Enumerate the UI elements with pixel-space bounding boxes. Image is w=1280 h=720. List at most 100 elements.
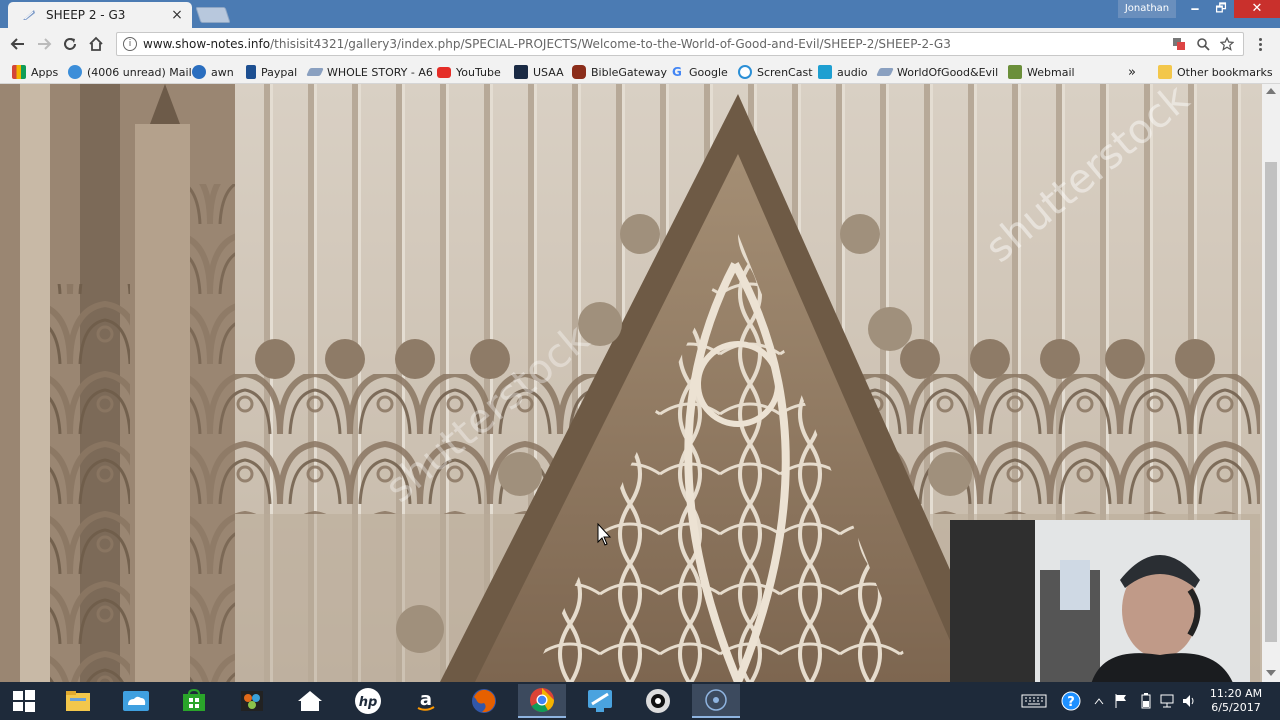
bookmark-google[interactable]: G Google xyxy=(672,63,728,81)
star-icon[interactable] xyxy=(1219,36,1235,52)
folder-icon xyxy=(1158,65,1172,79)
paypal-icon xyxy=(246,65,256,79)
new-tab-button[interactable] xyxy=(195,7,231,23)
bookmark-apps[interactable]: Apps xyxy=(12,63,58,81)
bookmark-awn[interactable]: awn xyxy=(192,63,234,81)
scroll-up-icon[interactable] xyxy=(1266,88,1276,94)
url-host: www.show-notes.info xyxy=(143,37,271,51)
bookmark-webmail[interactable]: Webmail xyxy=(1008,63,1075,81)
reload-button[interactable] xyxy=(58,32,82,56)
windows-logo-icon xyxy=(13,690,35,712)
minimize-button[interactable]: 🗕 xyxy=(1182,0,1208,18)
amazon-icon: a xyxy=(417,689,435,711)
taskbar-hp[interactable]: hp xyxy=(344,684,392,718)
bookmark-usaa[interactable]: USAA xyxy=(514,63,564,81)
taskbar-home[interactable] xyxy=(286,684,334,718)
keyboard-icon[interactable] xyxy=(1020,692,1048,710)
home-button[interactable] xyxy=(84,32,108,56)
chrome-icon xyxy=(530,688,554,713)
mail-icon xyxy=(68,65,82,79)
bookmark-label: Paypal xyxy=(261,65,298,79)
taskbar-recording[interactable] xyxy=(692,684,740,718)
clock-time: 11:20 AM xyxy=(1209,687,1263,700)
tab-strip: SHEEP 2 - G3 × Jonathan 🗕 🗗 ✕ xyxy=(0,0,1280,28)
bookmark-screncast[interactable]: ScrenCast xyxy=(738,63,813,81)
bookmark-audio[interactable]: audio xyxy=(818,63,867,81)
tab-title: SHEEP 2 - G3 xyxy=(46,8,126,22)
bookmark-label: audio xyxy=(837,65,868,79)
forward-button[interactable] xyxy=(32,32,56,56)
home-outline-icon xyxy=(89,36,103,51)
translate-icon[interactable] xyxy=(1171,36,1187,52)
taskbar-webcam-app[interactable] xyxy=(634,684,682,718)
tab-active[interactable]: SHEEP 2 - G3 × xyxy=(8,2,192,28)
maximize-button[interactable]: 🗗 xyxy=(1208,0,1234,18)
profile-button[interactable]: Jonathan xyxy=(1118,0,1176,18)
bookmark-label: awn xyxy=(211,65,234,79)
taskbar-remote-app[interactable] xyxy=(576,684,624,718)
system-clock[interactable]: 11:20 AM 6/5/2017 xyxy=(1204,687,1268,715)
webcam-overlay xyxy=(950,520,1250,682)
info-icon[interactable]: i xyxy=(123,37,137,51)
address-bar[interactable]: i www.show-notes.info/thisisit4321/galle… xyxy=(116,32,1244,56)
vertical-scrollbar[interactable] xyxy=(1262,84,1280,682)
windows-taskbar: hp a ? 11:20 AM 6/5/2017 xyxy=(0,682,1280,720)
forward-arrow-icon xyxy=(38,38,52,50)
bookmark-worldofgoodevil[interactable]: WorldOfGood&Evil xyxy=(876,63,999,81)
taskbar-paint-app[interactable] xyxy=(228,684,276,718)
bookmark-label: YouTube xyxy=(456,65,501,79)
webmail-icon xyxy=(1008,65,1022,79)
bookmark-youtube[interactable]: YouTube xyxy=(437,63,501,81)
google-icon: G xyxy=(672,65,682,79)
url-path: /thisisit4321/gallery3/index.php/SPECIAL… xyxy=(270,37,951,51)
help-icon[interactable]: ? xyxy=(1058,691,1084,711)
taskbar-onedrive[interactable] xyxy=(112,684,160,718)
bookmark-label: BibleGateway xyxy=(591,65,668,79)
taskbar-firefox[interactable] xyxy=(460,684,508,718)
back-arrow-icon xyxy=(10,38,24,50)
bookmarks-bar: Apps (4006 unread) Mail awn Paypal WHOLE… xyxy=(0,60,1280,84)
bookmark-feather-icon xyxy=(306,68,324,76)
bookmark-mail[interactable]: (4006 unread) Mail xyxy=(68,63,192,81)
bookmark-biblegateway[interactable]: BibleGateway xyxy=(572,63,667,81)
back-button[interactable] xyxy=(6,32,30,56)
bookmark-whole-story[interactable]: WHOLE STORY - A6 xyxy=(306,63,433,81)
zoom-icon[interactable] xyxy=(1195,36,1211,52)
home-icon xyxy=(298,691,322,711)
recording-icon xyxy=(705,689,727,711)
bookmarks-overflow-button[interactable]: » xyxy=(1128,63,1136,81)
url-text: www.show-notes.info/thisisit4321/gallery… xyxy=(143,37,1171,51)
bookmark-label: WorldOfGood&Evil xyxy=(897,65,999,79)
taskbar-file-explorer[interactable] xyxy=(54,684,102,718)
bookmark-paypal[interactable]: Paypal xyxy=(246,63,297,81)
tray-expand-icon[interactable] xyxy=(1092,692,1106,710)
bookmark-label: (4006 unread) Mail xyxy=(87,65,192,79)
tab-close-icon[interactable]: × xyxy=(170,7,184,23)
volume-icon[interactable] xyxy=(1180,692,1198,710)
bookmark-label: Google xyxy=(689,65,728,79)
scroll-down-icon[interactable] xyxy=(1266,670,1276,676)
bookmark-feather-icon xyxy=(876,68,894,76)
bookmark-label: WHOLE STORY - A6 xyxy=(327,65,433,79)
menu-dots-icon[interactable] xyxy=(1252,32,1268,56)
taskbar-store[interactable] xyxy=(170,684,218,718)
biblegateway-icon xyxy=(572,65,586,79)
bookmark-feather-icon xyxy=(22,8,36,22)
taskbar-amazon[interactable]: a xyxy=(402,684,450,718)
start-button[interactable] xyxy=(0,684,48,718)
close-window-button[interactable]: ✕ xyxy=(1234,0,1280,18)
action-center-flag-icon[interactable] xyxy=(1112,692,1130,710)
network-icon[interactable] xyxy=(1158,692,1176,710)
remote-app-icon xyxy=(588,690,612,712)
other-bookmarks[interactable]: Other bookmarks xyxy=(1158,63,1273,81)
scroll-thumb[interactable] xyxy=(1265,162,1277,642)
bookmark-label: USAA xyxy=(533,65,564,79)
file-explorer-icon xyxy=(66,691,90,711)
webcam-feed-icon xyxy=(950,520,1250,682)
webcam-app-icon xyxy=(646,689,670,713)
gallery-image[interactable]: shutterstock shutterstock xyxy=(0,84,1262,682)
taskbar-chrome[interactable] xyxy=(518,684,566,718)
bookmark-label: ScrenCast xyxy=(757,65,813,79)
paint-app-icon xyxy=(241,691,263,711)
battery-icon[interactable] xyxy=(1138,692,1154,710)
